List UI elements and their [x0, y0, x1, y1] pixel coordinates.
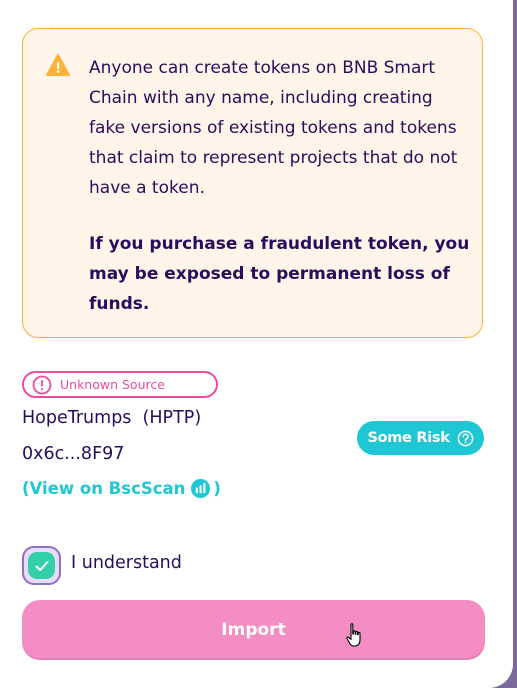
- risk-label: Some Risk: [367, 430, 450, 446]
- token-name: HopeTrumps (HPTP): [22, 408, 202, 428]
- unknown-source-label: Unknown Source: [60, 377, 165, 392]
- help-icon[interactable]: [457, 430, 474, 447]
- import-button[interactable]: Import: [22, 600, 485, 660]
- token-address: 0x6c...8F97: [22, 444, 125, 464]
- check-icon: [35, 560, 48, 571]
- view-link-label: (View on BscScan: [22, 479, 186, 498]
- import-button-label: Import: [221, 620, 286, 640]
- warning-bold-text: If you purchase a fraudulent token, you …: [89, 234, 470, 314]
- understand-checkbox[interactable]: [22, 546, 61, 585]
- warning-text: Anyone can create tokens on BNB Smart Ch…: [89, 58, 458, 198]
- risk-level-badge[interactable]: Some Risk: [357, 421, 484, 455]
- scam-warning-box: Anyone can create tokens on BNB Smart Ch…: [22, 28, 483, 338]
- hand-cursor-icon: [346, 623, 361, 647]
- understand-label[interactable]: I understand: [71, 553, 182, 573]
- checkbox-checked: [28, 552, 55, 579]
- view-link-close: ): [213, 479, 221, 498]
- error-circle-icon: [32, 375, 52, 394]
- unknown-source-badge: Unknown Source: [22, 371, 218, 398]
- import-token-modal: Anyone can create tokens on BNB Smart Ch…: [0, 0, 513, 688]
- warning-icon: [46, 54, 70, 76]
- bscscan-icon: [191, 478, 211, 499]
- view-on-bscscan-link[interactable]: (View on BscScan ): [22, 478, 221, 499]
